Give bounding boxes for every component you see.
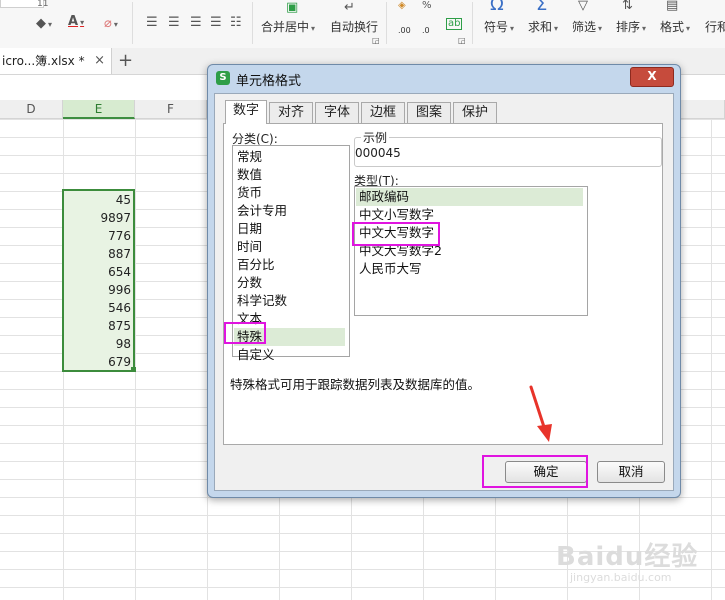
number-launcher-icon[interactable]: ◲ xyxy=(458,36,466,45)
sort-button[interactable]: 排序 ▾ xyxy=(616,18,646,35)
column-header-e[interactable]: E xyxy=(63,100,135,119)
sigma-icon[interactable]: Σ xyxy=(536,0,547,15)
category-item[interactable]: 文本 xyxy=(237,310,262,328)
cell-e[interactable]: 776 xyxy=(63,227,134,245)
grid-row-line xyxy=(0,587,725,588)
wps-logo-icon: S xyxy=(216,71,230,85)
wrap-text-button[interactable]: 自动换行 xyxy=(330,18,378,35)
cell-e[interactable]: 9897 xyxy=(63,209,134,227)
tab-font[interactable]: 字体 xyxy=(315,102,359,123)
close-button[interactable]: X xyxy=(630,67,674,87)
type-convert-icon[interactable]: ab xyxy=(446,18,463,30)
tab-protection[interactable]: 保护 xyxy=(453,102,497,123)
decrease-decimal-button[interactable]: .0 xyxy=(422,26,430,35)
format-button[interactable]: 格式 ▾ xyxy=(660,18,690,35)
dialog-body: 数字 对齐 字体 边框 图案 保护 分类(C): 常规 数值 货币 会计专用 日期 时间百… xyxy=(214,93,674,491)
category-list[interactable]: 常规 数值 货币 会计专用 日期 时间 百分比 分数 科学记数 文本 特殊 自定义 xyxy=(232,145,350,362)
category-item[interactable]: 分数 xyxy=(237,274,262,292)
align-justify-icon[interactable]: ☰ xyxy=(210,15,222,30)
format-icon[interactable]: ▤ xyxy=(666,0,678,13)
category-item[interactable]: 时间 xyxy=(237,238,262,256)
file-tab[interactable]: icro...簿.xlsx * × xyxy=(0,48,112,74)
watermark-text: Baidu经验 xyxy=(556,542,699,572)
number-tab-panel: 分类(C): 常规 数值 货币 会计专用 日期 时间 百分比 分数 科学记数 文本 特殊 自定义 示例… xyxy=(223,123,663,445)
cell-e[interactable]: 875 xyxy=(63,317,134,335)
clear-format-icon[interactable]: ⌀ ▾ xyxy=(104,16,118,31)
category-item[interactable]: 会计专用 xyxy=(237,202,287,220)
grid-row-line xyxy=(0,533,725,534)
sample-value: 000045 xyxy=(355,146,401,160)
sum-button[interactable]: 求和 ▾ xyxy=(528,18,558,35)
cell-e[interactable]: 45 xyxy=(63,191,134,209)
dialog-launcher-icon[interactable]: ◲ xyxy=(372,36,380,45)
filter-icon[interactable]: ▽ xyxy=(578,0,588,13)
grid-row-line xyxy=(0,515,725,516)
category-item[interactable]: 常规 xyxy=(237,148,262,166)
dialog-title: 单元格格式 xyxy=(236,74,302,89)
baidu-watermark: Baidu经验 jingyan.baidu.com xyxy=(556,536,698,584)
sample-label: 示例 xyxy=(361,129,390,146)
sort-icon[interactable]: ⇅ xyxy=(622,0,633,13)
currency-icon[interactable]: ◈ xyxy=(398,0,406,11)
omega-icon[interactable]: Ω xyxy=(490,0,504,15)
column-header-d[interactable]: D xyxy=(0,100,63,119)
type-item[interactable]: 中文大写数字 xyxy=(359,224,434,242)
category-item[interactable]: 自定义 xyxy=(237,346,275,364)
merge-center-icon[interactable]: ▣ xyxy=(286,0,298,15)
align-center-icon[interactable]: ☰ xyxy=(168,15,180,30)
cell-e[interactable]: 654 xyxy=(63,263,134,281)
column-header-f[interactable]: F xyxy=(135,100,207,119)
percent-icon[interactable]: % xyxy=(422,0,432,11)
close-tab-icon[interactable]: × xyxy=(94,48,105,74)
type-item[interactable]: 中文小写数字 xyxy=(359,206,434,224)
dialog-titlebar[interactable]: S 单元格格式 X xyxy=(208,65,680,91)
cell-e[interactable]: 546 xyxy=(63,299,134,317)
type-item[interactable]: 邮政编码 xyxy=(356,188,583,206)
filter-button[interactable]: 筛选 ▾ xyxy=(572,18,602,35)
font-size-box[interactable]: 11 xyxy=(0,0,48,9)
font-color-icon[interactable]: A ▾ xyxy=(68,14,84,29)
tab-border[interactable]: 边框 xyxy=(361,102,405,123)
type-item[interactable]: 人民币大写 xyxy=(359,260,422,278)
red-arrow-icon xyxy=(529,385,552,442)
type-item[interactable]: 中文大写数字2 xyxy=(359,242,442,260)
grid-column-line xyxy=(711,119,712,600)
file-tab-label: icro...簿.xlsx * xyxy=(2,54,85,68)
category-item[interactable]: 科学记数 xyxy=(237,292,287,310)
ok-button[interactable]: 确定 xyxy=(505,461,587,483)
cell-e[interactable]: 98 xyxy=(63,335,134,353)
fill-handle[interactable] xyxy=(131,367,136,372)
cancel-button[interactable]: 取消 xyxy=(597,461,665,483)
align-left-icon[interactable]: ☰ xyxy=(146,15,158,30)
cell-e[interactable]: 679 xyxy=(63,353,134,371)
category-description: 特殊格式可用于跟踪数据列表及数据库的值。 xyxy=(230,377,481,392)
category-item[interactable]: 百分比 xyxy=(237,256,275,274)
category-item[interactable]: 特殊 xyxy=(234,328,345,346)
new-tab-icon[interactable]: + xyxy=(118,48,133,74)
align-right-icon[interactable]: ☰ xyxy=(190,15,202,30)
category-item[interactable]: 货币 xyxy=(237,184,262,202)
symbol-button[interactable]: 符号 ▾ xyxy=(484,18,514,35)
fill-color-icon[interactable]: ◆ ▾ xyxy=(36,16,52,31)
increase-decimal-button[interactable]: .00 xyxy=(398,26,411,35)
tab-alignment[interactable]: 对齐 xyxy=(269,102,313,123)
cell-e[interactable]: 996 xyxy=(63,281,134,299)
align-distributed-icon[interactable]: ☷ xyxy=(230,15,242,30)
cell-e[interactable]: 887 xyxy=(63,245,134,263)
type-list[interactable]: 邮政编码 中文小写数字 中文大写数字 中文大写数字2 人民币大写 xyxy=(354,186,588,316)
grid-column-line xyxy=(135,119,136,600)
tab-pattern[interactable]: 图案 xyxy=(407,102,451,123)
wrap-text-icon[interactable]: ↵ xyxy=(344,0,355,15)
merge-center-button[interactable]: 合并居中 ▾ xyxy=(261,18,315,35)
category-item[interactable]: 数值 xyxy=(237,166,262,184)
ribbon-toolbar: 11 ◆ ▾ A ▾ ⌀ ▾ ☰ ☰ ☰ ☰ ☷ ▣ 合并居中 ▾ ↵ 自动换行 ◲ ◈… xyxy=(0,0,725,49)
format-cells-dialog: S 单元格格式 X 数字 对齐 字体 边框 图案 保护 分类(C): 常规 数值货… xyxy=(207,64,681,498)
rows-cols-button[interactable]: 行和 xyxy=(705,18,725,35)
category-item[interactable]: 日期 xyxy=(237,220,262,238)
tab-number[interactable]: 数字 xyxy=(225,100,267,124)
sample-group: 示例 000045 xyxy=(354,129,662,167)
